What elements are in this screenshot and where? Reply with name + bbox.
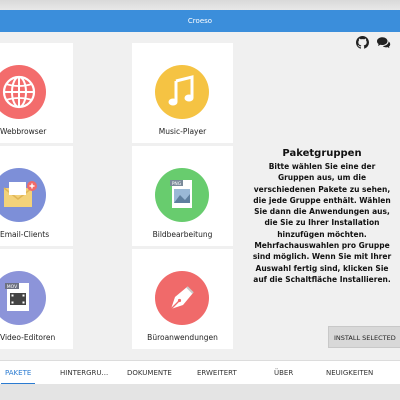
description-line: die Sie zu Ihrer Installation <box>264 218 380 228</box>
tile-bildbearbeitung[interactable]: PNG Bildbearbeitung <box>132 146 233 246</box>
tab-hintergrund[interactable]: HINTERGRU... <box>60 361 108 385</box>
image-file-icon: PNG <box>155 168 209 222</box>
tile-label: Video-Editoren <box>0 333 56 342</box>
tile-music-player[interactable]: Music-Player <box>132 43 233 143</box>
description-line: die jede Gruppe enthält. Wählen <box>253 195 391 205</box>
tile-label: Webbrowser <box>0 127 47 136</box>
github-icon[interactable] <box>356 36 369 49</box>
window-bottom-edge <box>0 384 400 400</box>
movie-file-icon: MOV <box>0 271 46 325</box>
music-note-icon <box>155 65 209 119</box>
tab-neuigkeiten[interactable]: NEUIGKEITEN <box>326 361 373 385</box>
description-line: Mehrfachauswahlen pro Gruppe <box>254 241 390 251</box>
install-selected-button[interactable]: INSTALL SELECTED <box>328 326 400 348</box>
tile-label: Music-Player <box>158 127 207 136</box>
description-text: Bitte wählen Sie eine der Gruppen aus, u… <box>252 161 392 285</box>
description-line: auf die Schaltfläche Installieren. <box>253 274 391 284</box>
tile-label: Büroanwendungen <box>147 333 218 342</box>
tab-pakete[interactable]: PAKETE <box>0 361 36 385</box>
tile-webbrowser[interactable]: Webbrowser <box>0 43 73 143</box>
description-line: sind möglich. Wenn Sie mit Ihrer <box>252 252 392 262</box>
tab-dokumente[interactable]: DOKUMENTE <box>127 361 172 385</box>
tile-email-clients[interactable]: Email-Clients <box>0 146 73 246</box>
description-line: Sie dann die Anwendungen aus, <box>254 207 390 217</box>
description-line: Bitte wählen Sie eine der <box>268 162 376 171</box>
description-line: Auswahl fertig sind, klicken Sie <box>255 263 389 273</box>
description-panel: Paketgruppen Bitte wählen Sie eine der G… <box>252 148 392 285</box>
window-top-shadow <box>0 0 400 10</box>
svg-text:PNG: PNG <box>172 181 182 187</box>
chat-icon[interactable] <box>377 36 391 49</box>
description-heading: Paketgruppen <box>282 148 362 159</box>
tile-label: Email-Clients <box>0 230 50 239</box>
app-window: Croeso Webbrowser Music-Player Email-Cli… <box>0 0 400 400</box>
description-line: Gruppen aus, um die <box>277 173 367 183</box>
svg-text:MOV: MOV <box>7 284 18 290</box>
title-bar: Croeso <box>0 10 400 32</box>
main-content: Webbrowser Music-Player Email-Clients PN… <box>0 32 400 360</box>
tile-video-editoren[interactable]: MOV Video-Editoren <box>0 249 73 349</box>
tab-erweitert[interactable]: ERWEITERT <box>197 361 237 385</box>
tab-ueber[interactable]: ÜBER <box>274 361 293 385</box>
tile-label: Bildbearbeitung <box>152 230 213 239</box>
tile-bueroanwendungen[interactable]: Büroanwendungen <box>132 249 233 349</box>
globe-icon <box>0 65 46 119</box>
description-line: hinzufügen möchten. <box>277 229 367 239</box>
description-line: verschiedenen Pakete zu sehen, <box>253 184 391 194</box>
tab-bar: PAKETE HINTERGRU... DOKUMENTE ERWEITERT … <box>0 360 400 385</box>
pen-nib-icon <box>155 271 209 325</box>
envelope-icon <box>0 168 46 222</box>
